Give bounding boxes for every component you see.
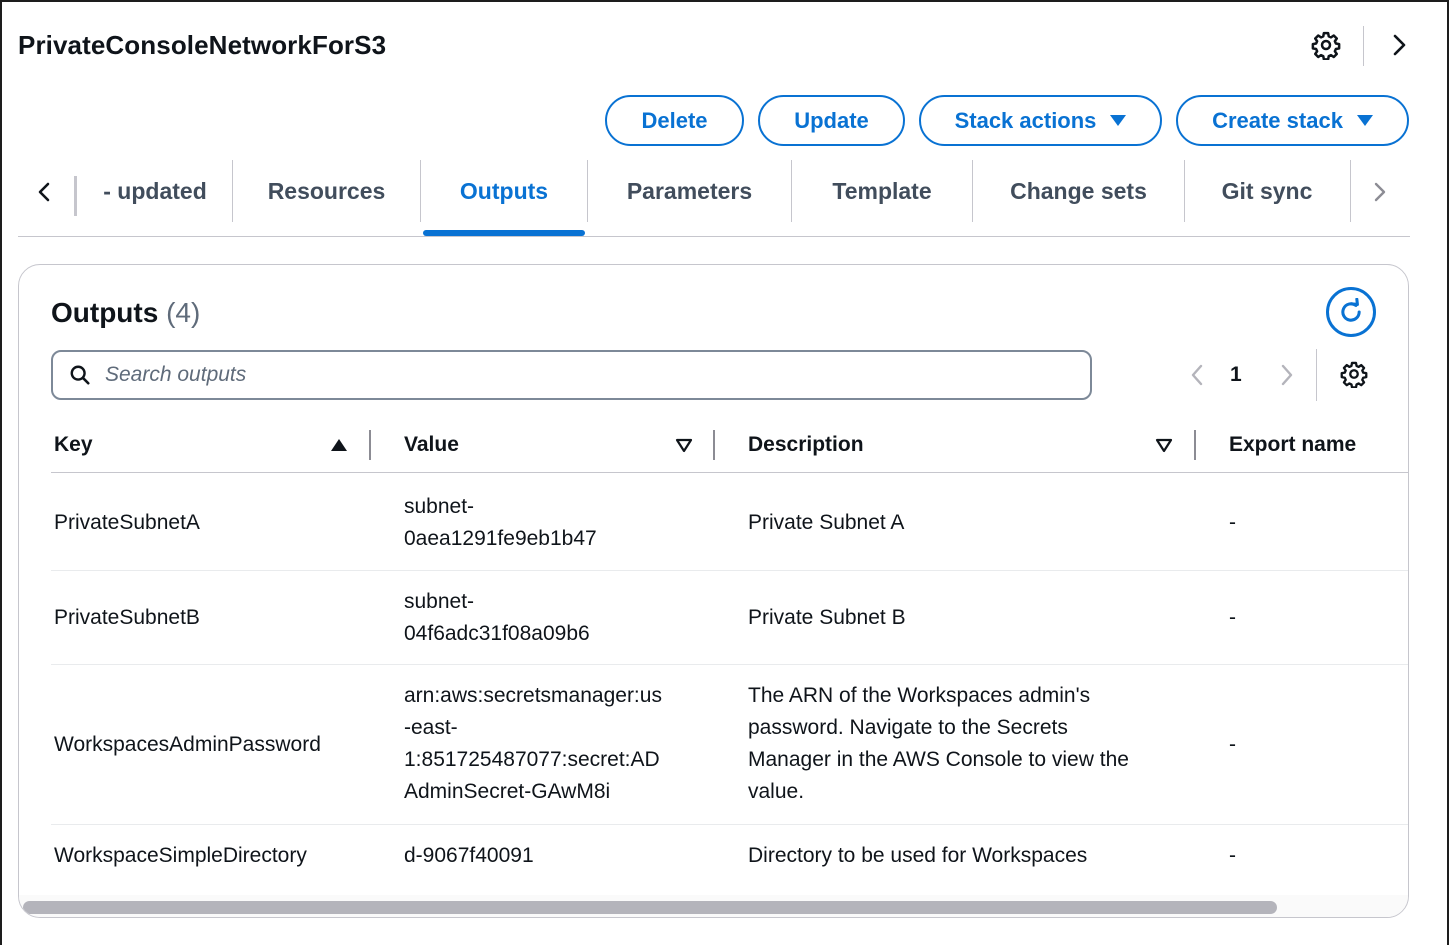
tab-label: Resources xyxy=(267,177,386,204)
tab-label: - updated xyxy=(103,177,207,204)
description-line: password. Navigate to the Secrets xyxy=(748,716,1068,739)
tab-change-sets[interactable]: Change sets xyxy=(973,160,1184,222)
table-cell-description: Directory to be used for Workspaces xyxy=(748,840,1188,872)
gear-icon[interactable] xyxy=(1311,30,1341,60)
table-cell-value: arn:aws:secretsmanager:us -east- 1:85172… xyxy=(404,680,694,808)
column-resizer[interactable] xyxy=(369,430,371,460)
table-cell-key: PrivateSubnetA xyxy=(54,511,200,534)
description-line: Manager in the AWS Console to view the xyxy=(748,748,1129,771)
value-line: subnet- xyxy=(404,495,475,518)
table-header-divider xyxy=(51,472,1408,473)
column-header-key[interactable]: Key xyxy=(54,433,93,457)
search-field[interactable] xyxy=(51,350,1092,400)
table-cell-value: d-9067f40091 xyxy=(404,840,694,872)
page-title: PrivateConsoleNetworkForS3 xyxy=(18,30,387,60)
refresh-button[interactable] xyxy=(1326,287,1376,337)
update-button[interactable]: Update xyxy=(758,95,905,146)
outputs-count: (4) xyxy=(166,297,201,328)
current-page-number[interactable]: 1 xyxy=(1230,363,1242,387)
value-line: 1:851725487077:secret:AD xyxy=(404,748,660,771)
tab-parameters[interactable]: Parameters xyxy=(588,160,791,222)
create-stack-label: Create stack xyxy=(1212,107,1343,133)
description-line: Private Subnet B xyxy=(748,606,906,629)
column-resizer[interactable] xyxy=(713,430,715,460)
table-cell-value: subnet- 0aea1291fe9eb1b47 xyxy=(404,491,694,555)
sort-descending-icon[interactable] xyxy=(675,437,693,453)
refresh-icon xyxy=(1341,298,1361,322)
value-line: 0aea1291fe9eb1b47 xyxy=(404,527,597,550)
tab-separator xyxy=(1350,160,1351,222)
table-cell-export-name: - xyxy=(1229,511,1236,534)
chevron-right-icon[interactable] xyxy=(1368,176,1392,208)
caret-down-icon xyxy=(1356,115,1373,126)
tab-outputs[interactable]: Outputs xyxy=(421,160,587,222)
tab-resources[interactable]: Resources xyxy=(233,160,420,222)
table-cell-description: Private Subnet A xyxy=(748,507,1188,539)
value-line: d-9067f40091 xyxy=(404,844,534,867)
outputs-panel: Outputs (4) 1 Key Value Description xyxy=(18,264,1409,918)
horizontal-scrollbar-thumb[interactable] xyxy=(23,901,1277,914)
description-line: The ARN of the Workspaces admin's xyxy=(748,684,1091,707)
row-divider xyxy=(51,664,1408,665)
table-cell-export-name: - xyxy=(1229,606,1236,629)
section-title-text: Outputs xyxy=(51,297,159,328)
tab-label: Parameters xyxy=(626,177,753,204)
row-divider xyxy=(51,824,1408,825)
tab-scroll-edge xyxy=(74,176,77,216)
value-line: 04f6adc31f08a09b6 xyxy=(404,622,590,645)
column-resizer[interactable] xyxy=(1194,430,1196,460)
value-line: -east- xyxy=(404,716,458,739)
value-line: subnet- xyxy=(404,590,475,613)
value-line: AdminSecret-GAwM8i xyxy=(404,780,611,803)
column-header-description[interactable]: Description xyxy=(748,433,864,457)
tab-events-updated[interactable]: - updated xyxy=(80,160,230,222)
tab-label: Change sets xyxy=(1010,177,1147,204)
caret-down-icon xyxy=(1110,115,1127,126)
tab-label: Git sync xyxy=(1221,177,1313,204)
update-button-label: Update xyxy=(794,107,869,133)
description-line: Private Subnet A xyxy=(748,511,905,534)
create-stack-button[interactable]: Create stack xyxy=(1176,95,1409,146)
search-icon xyxy=(70,365,90,385)
description-line: value. xyxy=(748,780,805,803)
gear-icon[interactable] xyxy=(1340,360,1368,388)
chevron-right-icon[interactable] xyxy=(1277,362,1297,388)
sort-ascending-icon[interactable] xyxy=(330,437,348,453)
delete-button[interactable]: Delete xyxy=(605,95,744,146)
tab-git-sync[interactable]: Git sync xyxy=(1185,160,1349,222)
stack-actions-label: Stack actions xyxy=(954,107,1097,133)
table-cell-description: The ARN of the Workspaces admin's passwo… xyxy=(748,680,1188,808)
column-header-export-name[interactable]: Export name xyxy=(1229,433,1356,457)
table-cell-value: subnet- 04f6adc31f08a09b6 xyxy=(404,586,694,650)
stack-actions-button[interactable]: Stack actions xyxy=(919,95,1162,146)
description-line: Directory to be used for Workspaces xyxy=(748,844,1088,867)
section-title: Outputs (4) xyxy=(51,297,200,329)
value-line: arn:aws:secretsmanager:us xyxy=(404,684,662,707)
table-cell-export-name: - xyxy=(1229,844,1236,867)
tab-label: Outputs xyxy=(459,177,549,204)
chevron-left-icon[interactable] xyxy=(32,176,56,208)
table-cell-key: PrivateSubnetB xyxy=(54,606,200,629)
row-divider xyxy=(51,570,1408,571)
column-header-value[interactable]: Value xyxy=(404,433,459,457)
table-cell-export-name: - xyxy=(1229,733,1236,756)
search-input[interactable] xyxy=(105,363,1005,387)
tab-template[interactable]: Template xyxy=(792,160,972,222)
header-divider xyxy=(1363,26,1364,66)
table-cell-description: Private Subnet B xyxy=(748,602,1188,634)
tab-label: Template xyxy=(832,177,932,204)
pager-divider xyxy=(1316,349,1317,401)
table-cell-key: WorkspaceSimpleDirectory xyxy=(54,844,307,867)
tab-baseline xyxy=(18,236,1410,237)
chevron-right-icon[interactable] xyxy=(1387,32,1411,58)
chevron-left-icon[interactable] xyxy=(1187,362,1207,388)
sort-descending-icon[interactable] xyxy=(1155,437,1173,453)
table-cell-key: WorkspacesAdminPassword xyxy=(54,733,321,756)
delete-button-label: Delete xyxy=(641,107,708,133)
